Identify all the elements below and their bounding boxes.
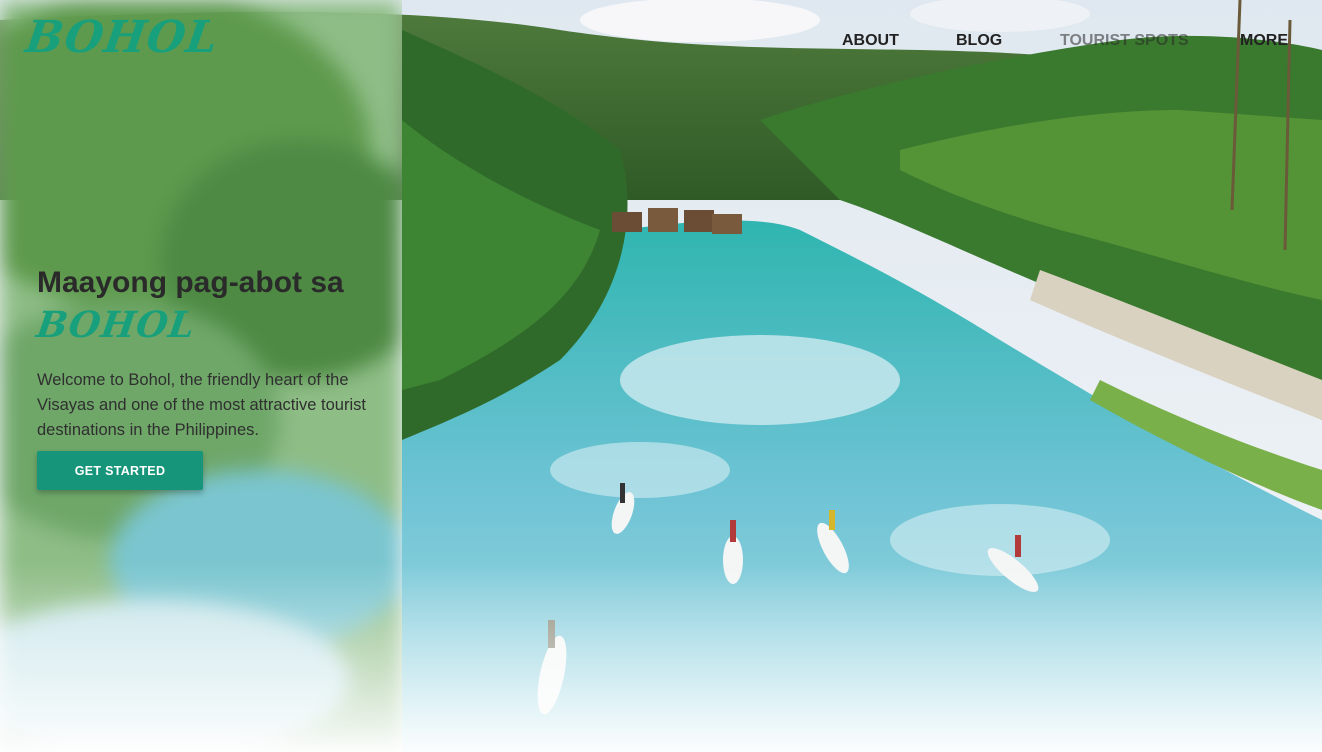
nav-item-blog[interactable]: BLOG	[956, 32, 1002, 50]
nav-item-more[interactable]: MORE	[1240, 32, 1288, 50]
nav-item-about[interactable]: ABOUT	[842, 32, 899, 50]
bottom-fade-overlay	[0, 562, 1322, 752]
hero-description: Welcome to Bohol, the friendly heart of …	[37, 371, 366, 439]
nav-item-tourist-spots[interactable]: TOURIST SPOTS	[1060, 32, 1189, 50]
hero-headline-brand: BOHOL	[34, 304, 199, 346]
get-started-button[interactable]: GET STARTED	[37, 451, 203, 490]
main-nav: ABOUT BLOG TOURIST SPOTS MORE	[0, 32, 1322, 56]
landing-page: BOHOL ABOUT BLOG TOURIST SPOTS MORE Maay…	[0, 0, 1322, 752]
hero-headline: Maayong pag-abot sa	[37, 266, 344, 299]
